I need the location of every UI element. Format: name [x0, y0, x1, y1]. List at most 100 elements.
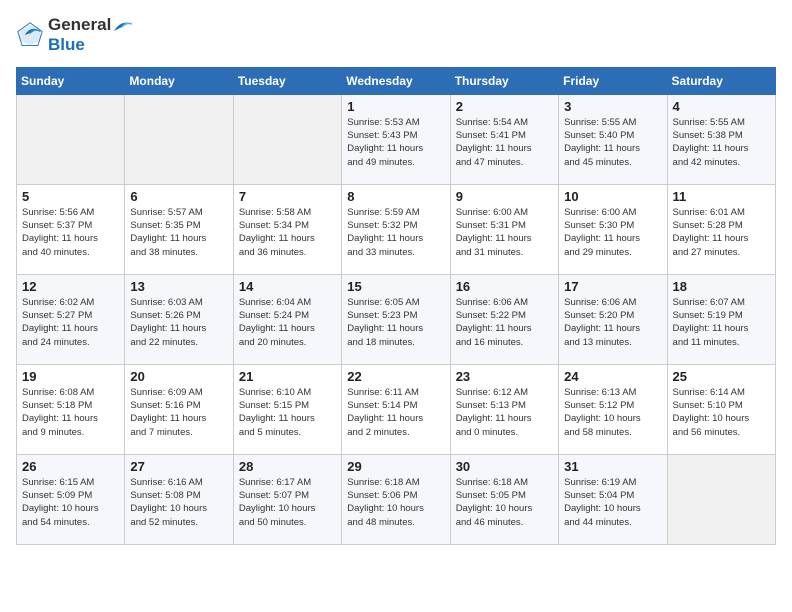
day-number: 18	[673, 279, 770, 294]
day-info: Sunrise: 5:59 AM Sunset: 5:32 PM Dayligh…	[347, 206, 444, 259]
logo-text: GeneralBlue	[48, 16, 133, 55]
day-info: Sunrise: 6:14 AM Sunset: 5:10 PM Dayligh…	[673, 386, 770, 439]
day-number: 6	[130, 189, 227, 204]
calendar-cell: 2Sunrise: 5:54 AM Sunset: 5:41 PM Daylig…	[450, 94, 558, 184]
calendar-cell: 26Sunrise: 6:15 AM Sunset: 5:09 PM Dayli…	[17, 454, 125, 544]
calendar-cell: 8 Sunrise: 5:59 AM Sunset: 5:32 PM Daylig…	[342, 184, 450, 274]
calendar-cell	[667, 454, 775, 544]
day-info: Sunrise: 6:06 AM Sunset: 5:22 PM Dayligh…	[456, 296, 553, 349]
calendar-cell: 19 Sunrise: 6:08 AM Sunset: 5:18 PM Dayli…	[17, 364, 125, 454]
day-number: 5	[22, 189, 119, 204]
day-info: Sunrise: 6:04 AM Sunset: 5:24 PM Dayligh…	[239, 296, 336, 349]
calendar-cell: 13 Sunrise: 6:03 AM Sunset: 5:26 PM Dayli…	[125, 274, 233, 364]
day-number: 9	[456, 189, 553, 204]
calendar-cell: 31 Sunrise: 6:19 AM Sunset: 5:04 PM Dayli…	[559, 454, 667, 544]
day-number: 21	[239, 369, 336, 384]
calendar-cell: 12 Sunrise: 6:02 AM Sunset: 5:27 PM Dayli…	[17, 274, 125, 364]
calendar-cell: 5 Sunrise: 5:56 AM Sunset: 5:37 PM Daylig…	[17, 184, 125, 274]
day-info: Sunrise: 6:13 AM Sunset: 5:12 PM Dayligh…	[564, 386, 661, 439]
col-header-friday: Friday	[559, 67, 667, 94]
logo-bird-icon	[112, 17, 132, 35]
col-header-thursday: Thursday	[450, 67, 558, 94]
day-info: Sunrise: 5:56 AM Sunset: 5:37 PM Dayligh…	[22, 206, 119, 259]
day-info: Sunrise: 6:18 AM Sunset: 5:05 PM Dayligh…	[456, 476, 553, 529]
calendar-cell: 7Sunrise: 5:58 AM Sunset: 5:34 PM Daylig…	[233, 184, 341, 274]
calendar-header-row: SundayMondayTuesdayWednesdayThursdayFrid…	[17, 67, 776, 94]
day-number: 4	[673, 99, 770, 114]
day-number: 29	[347, 459, 444, 474]
day-info: Sunrise: 6:00 AM Sunset: 5:31 PM Dayligh…	[456, 206, 553, 259]
calendar-cell: 23Sunrise: 6:12 AM Sunset: 5:13 PM Dayli…	[450, 364, 558, 454]
calendar-week-row: 19 Sunrise: 6:08 AM Sunset: 5:18 PM Dayli…	[17, 364, 776, 454]
calendar-cell: 17Sunrise: 6:06 AM Sunset: 5:20 PM Dayli…	[559, 274, 667, 364]
logo-icon	[16, 21, 44, 49]
day-info: Sunrise: 5:55 AM Sunset: 5:40 PM Dayligh…	[564, 116, 661, 169]
col-header-sunday: Sunday	[17, 67, 125, 94]
calendar-cell: 1 Sunrise: 5:53 AM Sunset: 5:43 PM Daylig…	[342, 94, 450, 184]
day-number: 31	[564, 459, 661, 474]
calendar-cell	[17, 94, 125, 184]
day-info: Sunrise: 5:54 AM Sunset: 5:41 PM Dayligh…	[456, 116, 553, 169]
day-info: Sunrise: 6:01 AM Sunset: 5:28 PM Dayligh…	[673, 206, 770, 259]
day-number: 12	[22, 279, 119, 294]
day-number: 27	[130, 459, 227, 474]
col-header-wednesday: Wednesday	[342, 67, 450, 94]
day-info: Sunrise: 6:03 AM Sunset: 5:26 PM Dayligh…	[130, 296, 227, 349]
calendar-table: SundayMondayTuesdayWednesdayThursdayFrid…	[16, 67, 776, 545]
day-info: Sunrise: 5:55 AM Sunset: 5:38 PM Dayligh…	[673, 116, 770, 169]
calendar-cell: 6Sunrise: 5:57 AM Sunset: 5:35 PM Daylig…	[125, 184, 233, 274]
calendar-cell: 22 Sunrise: 6:11 AM Sunset: 5:14 PM Dayli…	[342, 364, 450, 454]
day-info: Sunrise: 6:07 AM Sunset: 5:19 PM Dayligh…	[673, 296, 770, 349]
day-info: Sunrise: 6:11 AM Sunset: 5:14 PM Dayligh…	[347, 386, 444, 439]
calendar-cell: 9 Sunrise: 6:00 AM Sunset: 5:31 PM Daylig…	[450, 184, 558, 274]
calendar-cell: 3 Sunrise: 5:55 AM Sunset: 5:40 PM Daylig…	[559, 94, 667, 184]
day-info: Sunrise: 6:02 AM Sunset: 5:27 PM Dayligh…	[22, 296, 119, 349]
calendar-cell: 27 Sunrise: 6:16 AM Sunset: 5:08 PM Dayli…	[125, 454, 233, 544]
day-number: 13	[130, 279, 227, 294]
day-number: 28	[239, 459, 336, 474]
calendar-cell: 11 Sunrise: 6:01 AM Sunset: 5:28 PM Dayli…	[667, 184, 775, 274]
col-header-saturday: Saturday	[667, 67, 775, 94]
calendar-week-row: 1 Sunrise: 5:53 AM Sunset: 5:43 PM Daylig…	[17, 94, 776, 184]
day-info: Sunrise: 6:16 AM Sunset: 5:08 PM Dayligh…	[130, 476, 227, 529]
day-number: 3	[564, 99, 661, 114]
col-header-tuesday: Tuesday	[233, 67, 341, 94]
calendar-cell: 21Sunrise: 6:10 AM Sunset: 5:15 PM Dayli…	[233, 364, 341, 454]
calendar-cell: 30Sunrise: 6:18 AM Sunset: 5:05 PM Dayli…	[450, 454, 558, 544]
day-info: Sunrise: 6:12 AM Sunset: 5:13 PM Dayligh…	[456, 386, 553, 439]
day-number: 19	[22, 369, 119, 384]
calendar-cell: 28 Sunrise: 6:17 AM Sunset: 5:07 PM Dayli…	[233, 454, 341, 544]
day-number: 16	[456, 279, 553, 294]
calendar-cell	[233, 94, 341, 184]
calendar-cell: 16 Sunrise: 6:06 AM Sunset: 5:22 PM Dayli…	[450, 274, 558, 364]
day-number: 20	[130, 369, 227, 384]
calendar-cell: 14 Sunrise: 6:04 AM Sunset: 5:24 PM Dayli…	[233, 274, 341, 364]
day-info: Sunrise: 6:17 AM Sunset: 5:07 PM Dayligh…	[239, 476, 336, 529]
calendar-cell	[125, 94, 233, 184]
day-number: 8	[347, 189, 444, 204]
logo: GeneralBlue	[16, 16, 133, 55]
calendar-cell: 15Sunrise: 6:05 AM Sunset: 5:23 PM Dayli…	[342, 274, 450, 364]
day-info: Sunrise: 6:00 AM Sunset: 5:30 PM Dayligh…	[564, 206, 661, 259]
calendar-week-row: 26Sunrise: 6:15 AM Sunset: 5:09 PM Dayli…	[17, 454, 776, 544]
day-number: 24	[564, 369, 661, 384]
day-info: Sunrise: 5:53 AM Sunset: 5:43 PM Dayligh…	[347, 116, 444, 169]
day-number: 14	[239, 279, 336, 294]
calendar-cell: 25Sunrise: 6:14 AM Sunset: 5:10 PM Dayli…	[667, 364, 775, 454]
day-number: 11	[673, 189, 770, 204]
col-header-monday: Monday	[125, 67, 233, 94]
day-number: 1	[347, 99, 444, 114]
day-number: 17	[564, 279, 661, 294]
page-header: GeneralBlue	[16, 16, 776, 55]
calendar-cell: 10 Sunrise: 6:00 AM Sunset: 5:30 PM Dayli…	[559, 184, 667, 274]
calendar-week-row: 12 Sunrise: 6:02 AM Sunset: 5:27 PM Dayli…	[17, 274, 776, 364]
day-info: Sunrise: 6:09 AM Sunset: 5:16 PM Dayligh…	[130, 386, 227, 439]
day-number: 22	[347, 369, 444, 384]
calendar-week-row: 5 Sunrise: 5:56 AM Sunset: 5:37 PM Daylig…	[17, 184, 776, 274]
day-number: 26	[22, 459, 119, 474]
calendar-cell: 4 Sunrise: 5:55 AM Sunset: 5:38 PM Daylig…	[667, 94, 775, 184]
day-info: Sunrise: 6:08 AM Sunset: 5:18 PM Dayligh…	[22, 386, 119, 439]
day-number: 10	[564, 189, 661, 204]
day-info: Sunrise: 6:19 AM Sunset: 5:04 PM Dayligh…	[564, 476, 661, 529]
calendar-cell: 18 Sunrise: 6:07 AM Sunset: 5:19 PM Dayli…	[667, 274, 775, 364]
